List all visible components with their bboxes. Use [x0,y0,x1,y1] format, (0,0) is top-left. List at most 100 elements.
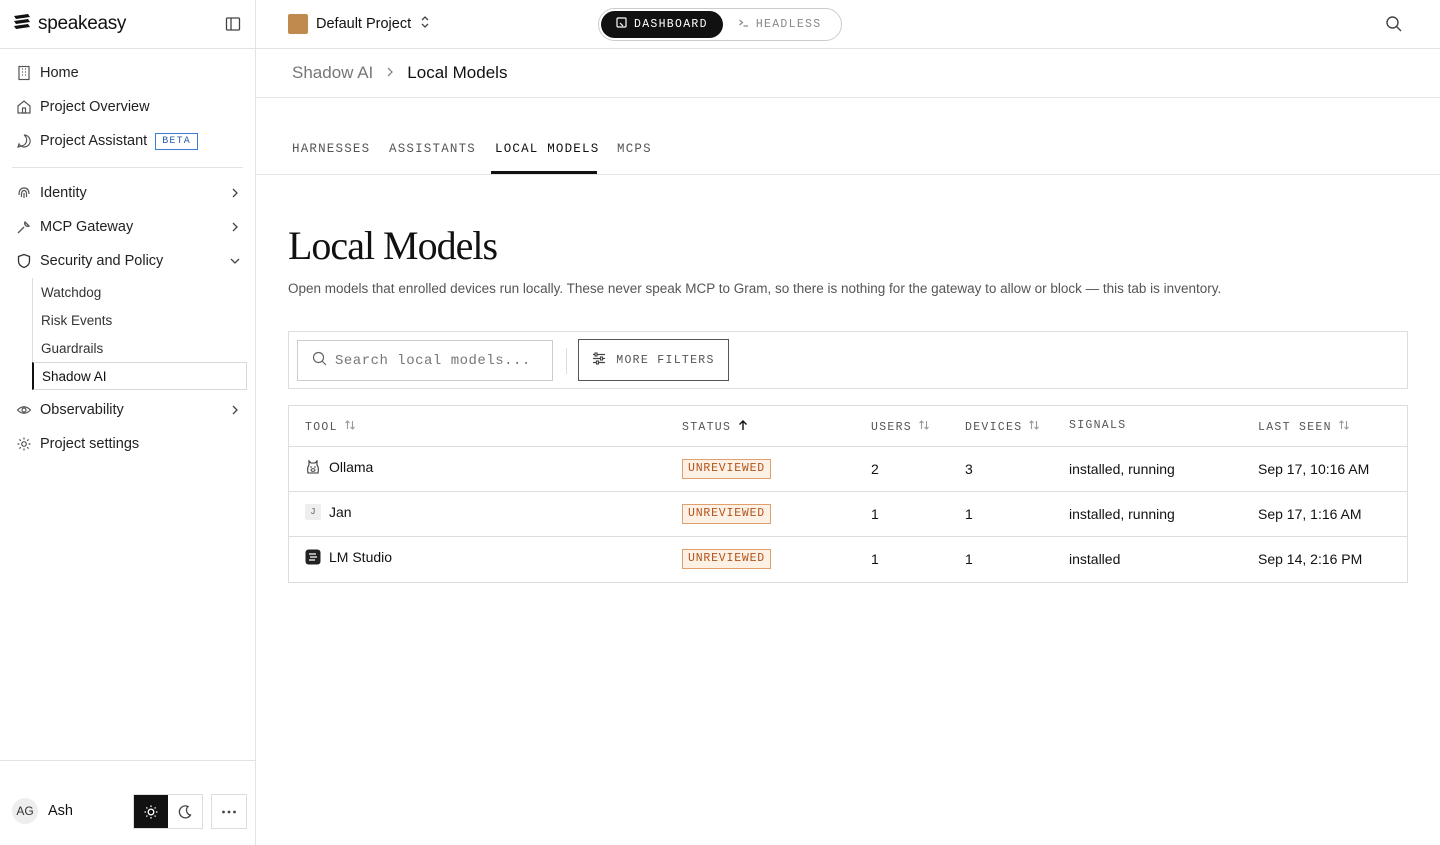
gear-icon [16,436,32,452]
sidebar-item-project-assistant[interactable]: Project Assistant BETA [12,124,248,158]
top-bar: Default Project DASHBOARD HEADLESS [256,0,1440,49]
signals: installed, running [1069,461,1175,477]
brand-name: speakeasy [38,13,127,34]
dashboard-mode-button[interactable]: DASHBOARD [601,11,723,38]
devices-count: 1 [965,506,973,522]
column-header-devices[interactable]: DEVICES [965,419,1040,435]
column-header-status[interactable]: STATUS [682,419,749,435]
theme-toggle [133,794,203,829]
sidebar-item-label: Project Overview [40,99,150,115]
signals: installed [1069,551,1121,567]
column-header-signals: SIGNALS [1069,419,1127,432]
more-filters-label: MORE FILTERS [616,353,715,367]
tab-mcps[interactable]: MCPS [617,142,652,156]
breadcrumb: Shadow AI Local Models [256,49,1440,98]
chevron-right-icon [385,63,395,83]
user-name: Ash [48,803,73,819]
moon-icon[interactable] [168,795,202,828]
devices-count: 3 [965,461,973,477]
sidebar-item-project-overview[interactable]: Project Overview [12,90,248,124]
users-count: 1 [871,551,879,567]
search-icon[interactable] [1385,15,1403,33]
sidebar-item-identity[interactable]: Identity [12,176,248,210]
sidebar-item-project-settings[interactable]: Project settings [12,427,248,461]
chevron-up-down-icon [419,15,431,33]
sort-icon [1028,419,1040,435]
breadcrumb-parent[interactable]: Shadow AI [292,63,373,83]
breadcrumb-current: Local Models [407,63,508,82]
status-badge: UNREVIEWED [682,459,772,479]
search-icon [312,351,327,371]
sidebar-item-security-and-policy[interactable]: Security and Policy [12,244,248,278]
building-icon [16,65,32,81]
devices-count: 1 [965,551,973,567]
tool-name: LM Studio [329,549,393,565]
sidebar-item-label: MCP Gateway [40,219,134,235]
sort-icon [344,419,356,435]
sidebar-item-risk-events[interactable]: Risk Events [33,306,248,334]
sidebar-item-label: Security and Policy [40,253,164,269]
jan-icon: J [305,504,321,520]
status-badge: UNREVIEWED [682,504,772,524]
more-filters-button[interactable]: MORE FILTERS [578,339,729,381]
chevron-right-icon [228,186,242,200]
sidebar-item-watchdog[interactable]: Watchdog [33,278,248,306]
chevron-right-icon [228,403,242,417]
tool-name: Jan [329,504,352,520]
divider [566,348,567,374]
wrench-icon [16,219,32,235]
sidebar-item-label: Project Assistant [40,133,148,149]
more-options-icon[interactable] [211,794,247,829]
eye-icon [16,402,32,418]
table-row[interactable]: J Jan UNREVIEWED 1 1 installed, running … [289,492,1407,537]
sidebar: speakeasy Home Project Overview Project … [0,0,256,845]
project-avatar [288,14,308,34]
sidebar-item-guardrails[interactable]: Guardrails [33,334,248,362]
fingerprint-icon [16,185,32,201]
sidebar-item-home[interactable]: Home [12,56,248,90]
signals: installed, running [1069,506,1175,522]
tool-name: Ollama [329,459,374,475]
table-row[interactable]: LM Studio UNREVIEWED 1 1 installed Sep 1… [289,537,1407,582]
column-header-users[interactable]: USERS [871,419,930,435]
ollama-icon [305,459,321,475]
chevron-right-icon [228,220,242,234]
tab-harnesses[interactable]: HARNESSES [292,142,370,156]
status-badge: UNREVIEWED [682,549,772,569]
beta-badge: BETA [155,132,198,150]
sidebar-toggle-icon[interactable] [224,15,242,33]
chat-bubble-icon [16,133,32,149]
sidebar-nav: Home Project Overview Project Assistant … [12,56,248,461]
divider [12,167,243,168]
search-field [297,340,553,381]
sidebar-item-label: Home [40,65,79,81]
project-switcher[interactable]: Default Project [288,14,431,34]
page-title: Local Models [288,223,498,268]
column-header-tool[interactable]: TOOL [305,419,356,435]
sidebar-item-label: Project settings [40,436,140,452]
sidebar-item-shadow-ai[interactable]: Shadow AI [32,362,247,390]
chevron-down-icon [228,254,242,268]
brand[interactable]: speakeasy [12,12,126,36]
lm-studio-icon [305,549,321,565]
sliders-icon [592,351,606,369]
table-row[interactable]: Ollama UNREVIEWED 2 3 installed, running… [289,447,1407,492]
sidebar-item-mcp-gateway[interactable]: MCP Gateway [12,210,248,244]
headless-label: HEADLESS [755,18,822,31]
column-header-last-seen[interactable]: LAST SEEN [1258,419,1350,435]
sidebar-item-label: Observability [40,402,124,418]
filter-bar: MORE FILTERS [288,331,1408,389]
users-count: 2 [871,461,879,477]
sun-icon[interactable] [134,795,168,828]
tab-local-models[interactable]: LOCAL MODELS [495,142,599,156]
avatar: AG [12,798,38,824]
user-menu[interactable]: AG Ash [12,798,73,824]
last-seen: Sep 17, 1:16 AM [1258,506,1362,522]
headless-mode-button[interactable]: HEADLESS [723,11,837,38]
search-input[interactable] [335,352,535,369]
sidebar-item-observability[interactable]: Observability [12,393,248,427]
tab-assistants[interactable]: ASSISTANTS [389,142,476,156]
local-models-table: TOOL STATUS USERS DEVICES SIGNALS LAST S… [288,405,1408,583]
project-name: Default Project [316,16,412,32]
last-seen: Sep 14, 2:16 PM [1258,551,1363,567]
